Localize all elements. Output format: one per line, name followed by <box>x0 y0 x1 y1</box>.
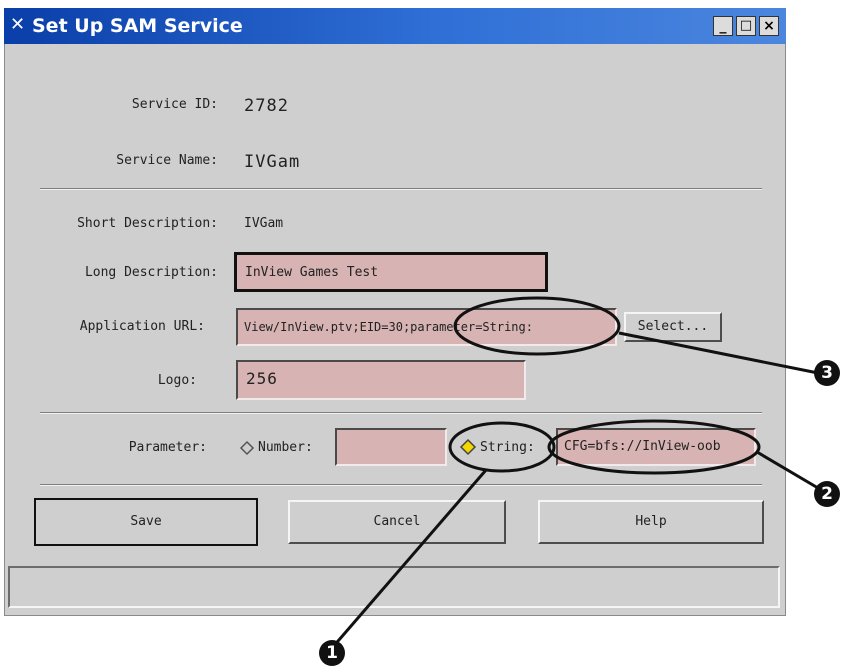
callout-1-line <box>330 469 488 649</box>
callout-1-marker: 1 <box>319 640 345 666</box>
callout-2-ellipse <box>547 419 761 475</box>
callout-overlay <box>330 296 819 649</box>
callout-2-marker: 2 <box>814 481 840 507</box>
callout-3-marker: 3 <box>814 360 840 386</box>
callout-3-line <box>618 331 819 375</box>
callout-3-ellipse <box>453 296 621 356</box>
callout-2-line <box>756 450 819 490</box>
callout-1-ellipse <box>448 421 556 473</box>
